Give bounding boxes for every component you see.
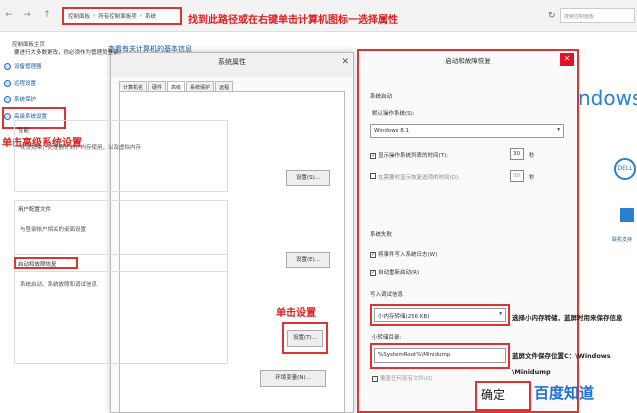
os-list-seconds-input[interactable]: 30: [510, 148, 524, 160]
auto-restart-checkbox[interactable]: ✓: [370, 270, 376, 276]
environment-variables-button[interactable]: 环境变量(N)...: [260, 370, 326, 387]
breadcrumb[interactable]: 控制面板 › 所有控制面板项 › 系统: [62, 7, 182, 25]
auto-restart-row[interactable]: ✓ 自动重新启动(R): [370, 268, 419, 276]
sidebar-item-system-protection[interactable]: 系统保护: [4, 95, 36, 103]
close-icon[interactable]: ✕: [560, 53, 574, 66]
startup-recovery-desc: 系统启动、系统故障和调试信息: [20, 282, 98, 288]
annotation-small-dump: 选择小内存转储，蓝屏时用来保存信息: [512, 314, 623, 322]
write-event-row[interactable]: ✓ 将事件写入系统日志(W): [370, 250, 437, 258]
annotation-find-path: 找到此路径或在右键单击计算机图标一选择属性: [188, 15, 398, 26]
show-os-list-row[interactable]: ✓ 显示操作系统列表的时间(T):: [370, 151, 448, 159]
dell-logo-icon: DELL: [614, 158, 636, 180]
show-recovery-checkbox[interactable]: [370, 173, 376, 179]
breadcrumb-item[interactable]: 控制面板: [68, 12, 90, 20]
ok-button-label: 确定: [481, 388, 506, 402]
chevron-right-icon: ›: [93, 13, 96, 19]
sidebar-item-label: 设备管理器: [14, 64, 42, 70]
small-dump-dir-label: 小转储目录:: [372, 335, 402, 341]
online-support-link[interactable]: 联机支持: [612, 236, 632, 243]
profiles-desc: 与登录帐户相关的桌面设置: [20, 227, 87, 233]
annotation-dump-path: 蓝屏文件保存位置C：\Windows: [512, 352, 611, 360]
forward-icon[interactable]: →: [22, 10, 32, 20]
default-os-select[interactable]: Windows 8.1 ▾: [370, 124, 564, 138]
chevron-right-icon: ›: [139, 13, 142, 19]
shield-icon: [4, 62, 11, 70]
show-recovery-row[interactable]: 在需要时显示恢复选项的时间(D):: [370, 173, 460, 181]
close-icon[interactable]: ✕: [341, 57, 349, 67]
sidebar-item-remote-settings[interactable]: 远程设置: [4, 79, 36, 87]
show-os-list-label: 显示操作系统列表的时间(T):: [378, 153, 449, 159]
breadcrumb-item[interactable]: 所有控制面板项: [98, 12, 137, 20]
overwrite-checkbox[interactable]: ✓: [372, 376, 378, 382]
refresh-icon[interactable]: ↻: [548, 11, 556, 21]
startup-settings-button[interactable]: 设置(T)...: [287, 330, 323, 347]
search-input[interactable]: 搜索控制面板: [560, 8, 635, 23]
breadcrumb-item[interactable]: 系统: [145, 12, 156, 20]
annotation-dump-path-2: \Minidump: [512, 368, 551, 376]
system-failure-heading: 系统失败: [370, 232, 393, 238]
performance-title: 性能: [18, 128, 30, 134]
show-os-list-checkbox[interactable]: ✓: [370, 153, 376, 159]
startup-recovery-group: [14, 254, 228, 364]
control-panel-home-link[interactable]: 控制面板主页: [12, 40, 45, 48]
write-debug-heading: 写入调试信息: [370, 292, 404, 298]
sidebar-item-label: 远程设置: [14, 81, 37, 87]
write-event-checkbox[interactable]: ✓: [370, 252, 376, 258]
shield-icon: [4, 79, 11, 87]
profiles-settings-button[interactable]: 设置(E)...: [286, 252, 330, 268]
windows-brand: ndows 8: [578, 86, 637, 110]
seconds-unit: 秒: [529, 153, 535, 159]
default-os-value: Windows 8.1: [374, 128, 410, 134]
performance-group: [14, 120, 228, 192]
admin-note: 要进行大多数更改，你必须作为管理员登录。: [14, 50, 125, 56]
performance-desc: 视觉效果，处理器计划，内存使用，以及虚拟内存: [20, 145, 142, 151]
dialog-title: 系统属性: [111, 53, 353, 77]
seconds-unit: 秒: [529, 175, 535, 181]
watermark: 百度知道: [534, 384, 595, 402]
show-recovery-label: 在需要时显示恢复选项的时间(D):: [378, 175, 460, 181]
auto-restart-label: 自动重新启动(R): [378, 270, 420, 276]
shield-icon: [4, 95, 11, 103]
highlight-dump-type: [370, 304, 510, 326]
system-startup-heading: 系统启动: [370, 94, 393, 100]
chevron-down-icon: ▾: [557, 127, 560, 133]
up-icon[interactable]: ↑: [42, 10, 52, 20]
profiles-title: 用户配置文件: [18, 207, 52, 213]
recovery-seconds-input[interactable]: 30: [510, 170, 524, 182]
write-event-label: 将事件写入系统日志(W): [378, 252, 438, 258]
sidebar-item-device-manager[interactable]: 设备管理器: [4, 62, 42, 70]
windows-icon: [620, 208, 634, 222]
sidebar-item-label: 系统保护: [14, 97, 37, 103]
default-os-label: 默认操作系统(S):: [372, 111, 415, 117]
annotation-click-settings: 单击设置: [276, 308, 316, 319]
overwrite-label: 覆盖任何现有文件(O): [380, 376, 433, 382]
performance-settings-button[interactable]: 设置(S)...: [286, 170, 330, 186]
dialog-title: 启动和故障恢复: [445, 57, 491, 65]
address-bar: ← → ↑ 控制面板 › 所有控制面板项 › 系统 找到此路径或在右键单击计算机…: [0, 0, 637, 32]
back-icon[interactable]: ←: [4, 10, 14, 20]
overwrite-row[interactable]: ✓ 覆盖任何现有文件(O): [372, 374, 433, 382]
highlight-dump-path: [370, 343, 510, 369]
highlight-startup-title: [14, 257, 78, 269]
